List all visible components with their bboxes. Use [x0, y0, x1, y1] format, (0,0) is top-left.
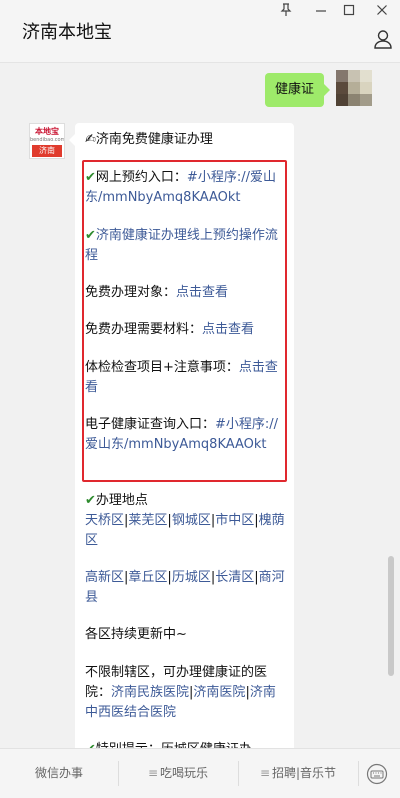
close-icon[interactable]: [372, 3, 392, 23]
district-links-1: 天桥区|莱芜区|钢城区|市中区|槐荫区: [85, 513, 285, 548]
district-link[interactable]: 市中区: [215, 513, 254, 528]
location-heading: ✔办理地点: [85, 493, 148, 508]
minimize-icon[interactable]: [311, 3, 331, 23]
submenu-icon: ≡: [147, 766, 159, 780]
menu-wechat-services[interactable]: 微信办事: [0, 749, 118, 798]
district-link[interactable]: 历城区: [172, 570, 211, 585]
highlight-box: [82, 160, 287, 482]
district-link[interactable]: 钢城区: [172, 513, 211, 528]
message-heading: ✍济南免费健康证办理: [85, 132, 213, 147]
bot-logo-url: bendibao.com: [30, 137, 65, 143]
check-icon: ✔: [85, 493, 96, 508]
district-link[interactable]: 章丘区: [128, 570, 167, 585]
district-links-2: 高新区|章丘区|历城区|长清区|商河县: [85, 570, 285, 605]
district-link[interactable]: 天桥区: [85, 513, 124, 528]
user-message-bubble: 健康证: [265, 73, 331, 107]
submenu-icon: ≡: [259, 766, 270, 780]
menu-jobs-music[interactable]: ≡ 招聘|音乐节: [238, 749, 358, 798]
district-link[interactable]: 高新区: [85, 570, 124, 585]
pencil-icon: ✍: [85, 132, 96, 147]
avatar[interactable]: [336, 70, 372, 106]
scrollbar[interactable]: [388, 556, 394, 676]
menu-food-fun[interactable]: ≡ 吃喝玩乐: [118, 749, 238, 798]
bot-logo-city: 济南: [32, 145, 62, 157]
maximize-icon[interactable]: [339, 3, 359, 23]
menu-divider: [358, 761, 359, 786]
title-bar: 济南本地宝: [0, 0, 400, 63]
hospital-list: 不限制辖区，可办理健康证的医院：济南民族医院|济南医院|济南中西医结合医院: [85, 665, 276, 720]
bot-logo-text: 本地宝: [35, 127, 59, 136]
pin-icon[interactable]: [276, 3, 296, 23]
district-link[interactable]: 长清区: [215, 570, 254, 585]
updating-note: 各区持续更新中~: [85, 627, 187, 642]
hospital-link[interactable]: 济南民族医院: [111, 685, 189, 700]
chat-title: 济南本地宝: [22, 22, 112, 43]
bot-avatar[interactable]: 本地宝 bendibao.com 济南: [29, 123, 65, 159]
keyboard-icon[interactable]: [366, 763, 388, 789]
user-icon[interactable]: [373, 29, 393, 53]
district-link[interactable]: 莱芜区: [128, 513, 167, 528]
hospital-link[interactable]: 济南医院: [193, 685, 245, 700]
bottom-menu-bar: 微信办事 ≡ 吃喝玩乐 ≡ 招聘|音乐节: [0, 748, 400, 798]
